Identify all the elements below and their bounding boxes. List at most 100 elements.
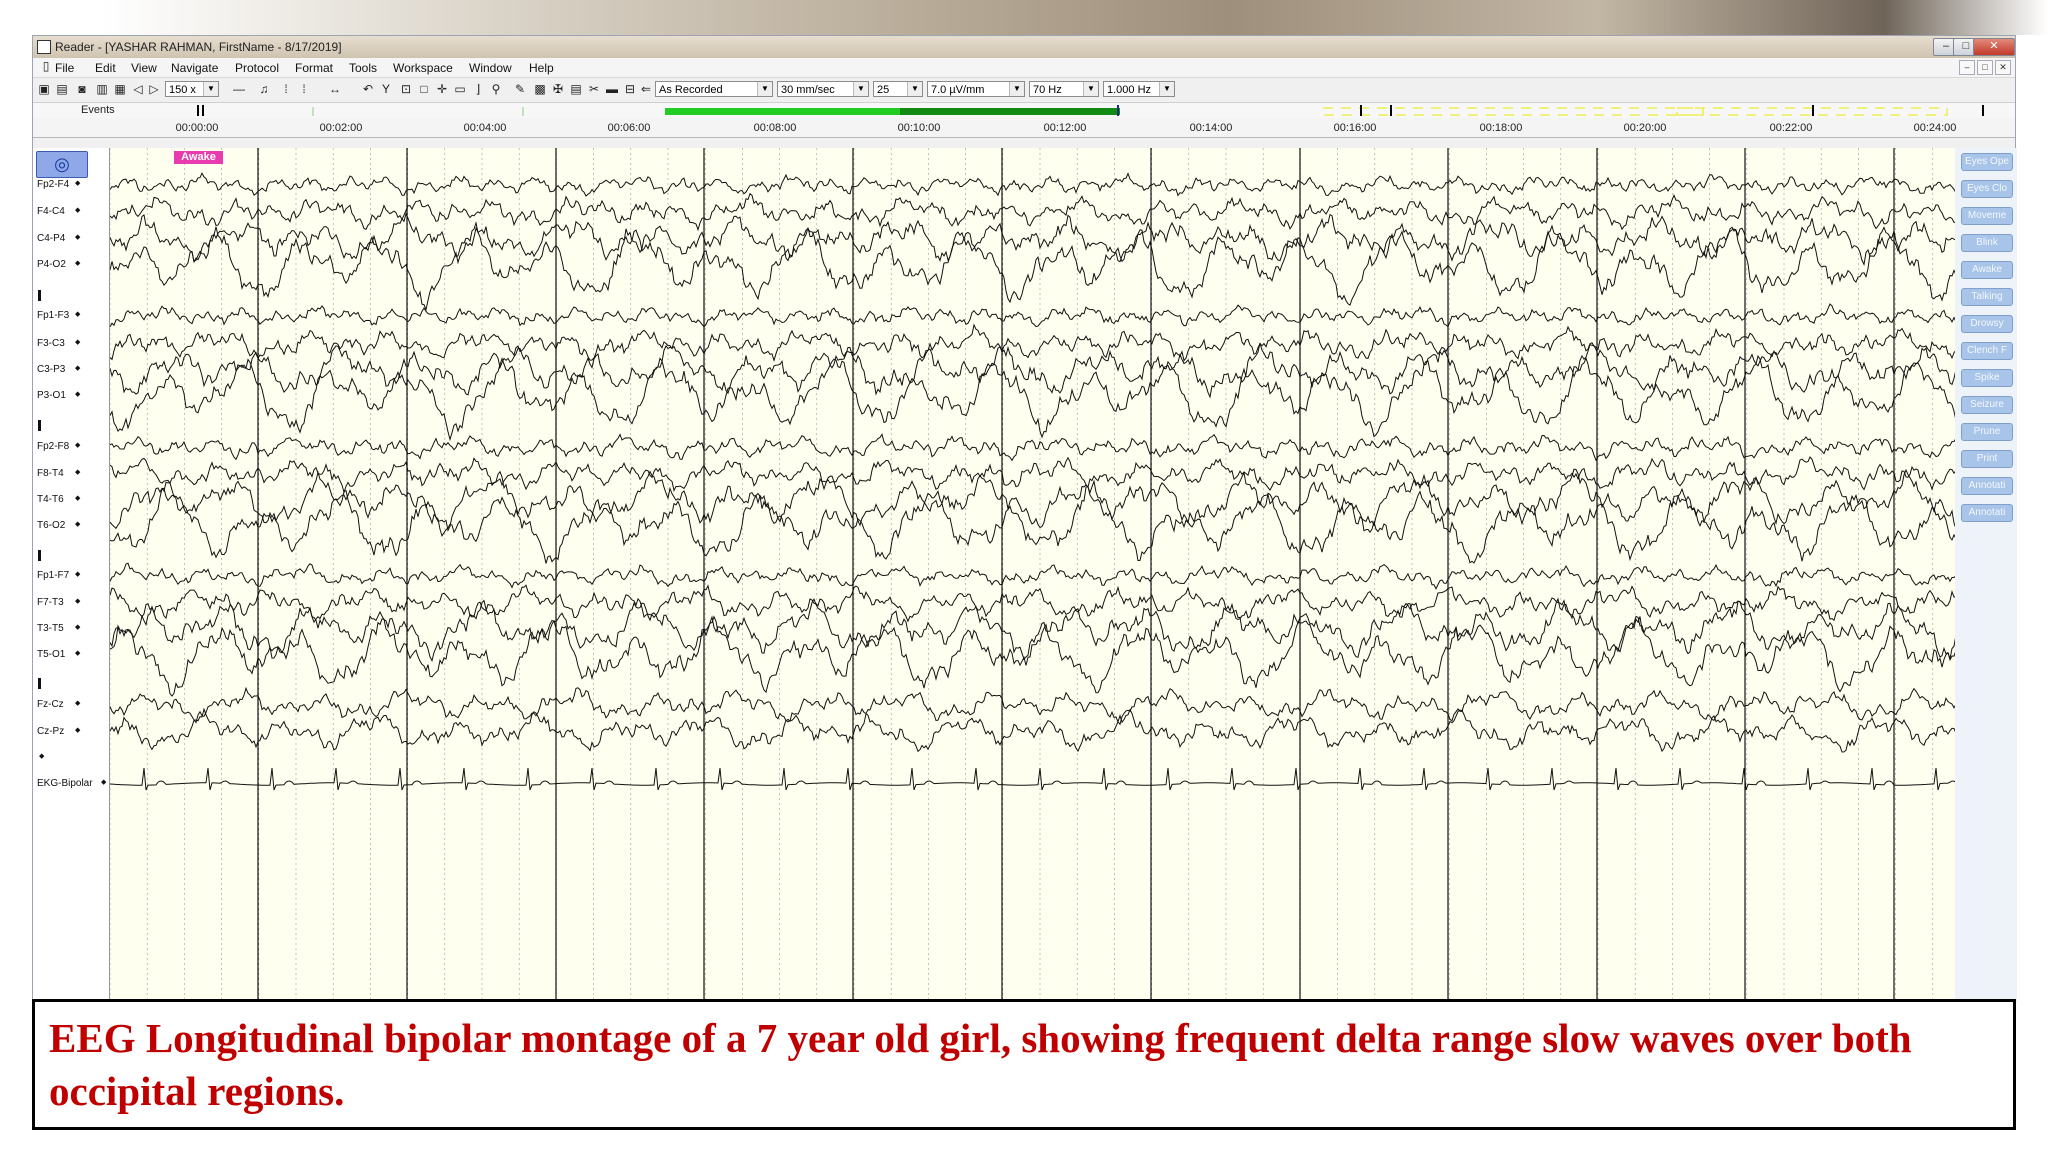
crosshair-icon[interactable]: ✛ — [435, 82, 449, 96]
channel-marker-icon: ◆ — [75, 650, 81, 657]
toolbar: ▣ ▤ ◙ ▥ ▦ ◁ ▷ 150 x ▼ — ♫ ⁞ ⁞ ↔ ↶ Y ⊡ □ ✛… — [33, 78, 2015, 103]
search-icon[interactable]: ⚲ — [489, 82, 503, 96]
channel-label[interactable]: EKG-Bipolar — [37, 778, 93, 789]
time-ruler[interactable]: 00:00:00 00:02:00 00:04:00 00:06:00 00:0… — [33, 118, 2015, 138]
step-back-icon[interactable]: ◁ — [131, 82, 145, 96]
high-filter-select[interactable]: 70 Hz ▼ — [1029, 81, 1099, 97]
channel-label[interactable]: Fp2-F4 — [37, 179, 69, 190]
channel-label[interactable]: P4-O2 — [37, 259, 66, 270]
print-icon[interactable]: ▤ — [55, 82, 69, 96]
channel-label[interactable]: T4-T6 — [37, 494, 64, 505]
event-button[interactable]: Moveme — [1961, 207, 2013, 225]
mdi-restore-button[interactable]: □ — [1977, 60, 1993, 75]
layout-icon[interactable]: ▩ — [533, 82, 547, 96]
scissors-icon[interactable]: ✂ — [587, 82, 601, 96]
eeg-trace — [110, 354, 1956, 442]
menu-view[interactable]: View — [131, 61, 157, 75]
channel-label[interactable]: C3-P3 — [37, 364, 65, 375]
export-icon[interactable]: ⊟ — [623, 82, 637, 96]
channel-label[interactable]: T5-O1 — [37, 649, 65, 660]
channel-label[interactable]: Fp2-F8 — [37, 441, 69, 452]
channel-label[interactable]: T3-T5 — [37, 623, 64, 634]
video-icon[interactable]: ▬ — [605, 82, 619, 96]
document-icon: ▯ — [42, 59, 50, 73]
tools-icon[interactable]: ✠ — [551, 82, 565, 96]
speed-select[interactable]: 30 mm/sec ▼ — [777, 81, 869, 97]
channel-marker-icon: ◆ — [75, 365, 81, 372]
event-button[interactable]: Talking — [1961, 288, 2013, 306]
record-icon[interactable]: ▦ — [113, 82, 127, 96]
channel-marker-icon: ◆ — [75, 700, 81, 707]
chevron-down-icon: ▼ — [907, 82, 922, 96]
channel-marker-icon: ◆ — [75, 442, 81, 449]
montage-select[interactable]: As Recorded ▼ — [655, 81, 773, 97]
menu-window[interactable]: Window — [469, 61, 512, 75]
menu-file[interactable]: File — [55, 61, 74, 75]
menu-workspace[interactable]: Workspace — [393, 61, 453, 75]
zoom-select[interactable]: 150 x ▼ — [165, 81, 219, 97]
menu-format[interactable]: Format — [295, 61, 333, 75]
channel-label[interactable]: Fp1-F7 — [37, 570, 69, 581]
event-button[interactable]: Blink — [1961, 234, 2013, 252]
channel-label[interactable]: Fp1-F3 — [37, 310, 69, 321]
camera-icon[interactable]: ◙ — [75, 82, 89, 96]
corner-icon[interactable]: ⌋ — [471, 82, 485, 96]
montage-button[interactable]: ◎ — [36, 151, 88, 178]
channel-label[interactable]: F7-T3 — [37, 597, 64, 608]
channel-marker-icon: ◆ — [75, 207, 81, 214]
event-button[interactable]: Drowsy — [1961, 315, 2013, 333]
channel-label[interactable]: Cz-Pz — [37, 726, 64, 737]
channel-label[interactable]: C4-P4 — [37, 233, 65, 244]
mdi-close-button[interactable]: ✕ — [1995, 60, 2011, 75]
pen-icon[interactable]: ✎ — [513, 82, 527, 96]
vertical-cursor-2-icon[interactable]: ⁞ — [297, 82, 311, 96]
event-button[interactable]: Eyes Clo — [1961, 180, 2013, 198]
mdi-minimize-button[interactable]: – — [1959, 60, 1975, 75]
event-button[interactable]: Clench F — [1961, 342, 2013, 360]
ruler-icon[interactable]: ▭ — [453, 82, 467, 96]
event-button[interactable]: Seizure — [1961, 396, 2013, 414]
caption-text: EEG Longitudinal bipolar montage of a 7 … — [49, 1015, 1912, 1114]
eeg-trace — [110, 456, 1956, 495]
awake-annotation[interactable]: Awake — [174, 151, 223, 164]
undo-icon[interactable]: ↶ — [361, 82, 375, 96]
event-button[interactable]: Print — [1961, 450, 2013, 468]
eeg-trace-area[interactable]: Awake — [109, 148, 1988, 1003]
menu-edit[interactable]: Edit — [95, 61, 116, 75]
vertical-cursor-icon[interactable]: ⁞ — [279, 82, 293, 96]
event-button[interactable]: Annotati — [1961, 504, 2013, 522]
events-track[interactable]: Events — [33, 103, 2015, 118]
channel-label[interactable]: F3-C3 — [37, 338, 65, 349]
menu-tools[interactable]: Tools — [349, 61, 377, 75]
event-button[interactable]: Eyes Ope — [1961, 153, 2013, 171]
channel-label[interactable]: Fz-Cz — [37, 699, 64, 710]
event-button[interactable]: Awake — [1961, 261, 2013, 279]
note-icon[interactable]: ♫ — [257, 82, 271, 96]
horizontal-measure-icon[interactable]: ↔ — [315, 82, 355, 96]
event-button[interactable]: Prune — [1961, 423, 2013, 441]
channel-label[interactable]: T6-O2 — [37, 520, 65, 531]
channel-label[interactable]: F4-C4 — [37, 206, 65, 217]
step-forward-icon[interactable]: ▷ — [147, 82, 161, 96]
sensitivity-select[interactable]: 7.0 µV/mm ▼ — [927, 81, 1025, 97]
rectangle-icon[interactable]: □ — [417, 82, 431, 96]
document-list-icon[interactable]: ▤ — [569, 82, 583, 96]
eeg-trace — [110, 192, 1956, 232]
low-filter-select[interactable]: 1.000 Hz ▼ — [1103, 81, 1175, 97]
trash-icon[interactable]: ▥ — [95, 82, 109, 96]
event-button[interactable]: Annotati — [1961, 477, 2013, 495]
channel-label[interactable]: P3-O1 — [37, 390, 66, 401]
menu-help[interactable]: Help — [529, 61, 554, 75]
arrow-left-icon[interactable]: ⇐ — [639, 82, 653, 96]
menu-navigate[interactable]: Navigate — [171, 61, 218, 75]
select-box-icon[interactable]: ⊡ — [399, 82, 413, 96]
close-button[interactable]: ✕ — [1973, 38, 2015, 56]
filter-icon[interactable]: Y — [379, 82, 393, 96]
event-button[interactable]: Spike — [1961, 369, 2013, 387]
line-icon[interactable]: — — [225, 82, 253, 96]
channel-count-select[interactable]: 25 ▼ — [873, 81, 923, 97]
menu-protocol[interactable]: Protocol — [235, 61, 279, 75]
channel-marker-icon: ◆ — [75, 469, 81, 476]
channel-label[interactable]: F8-T4 — [37, 468, 64, 479]
save-icon[interactable]: ▣ — [37, 82, 51, 96]
